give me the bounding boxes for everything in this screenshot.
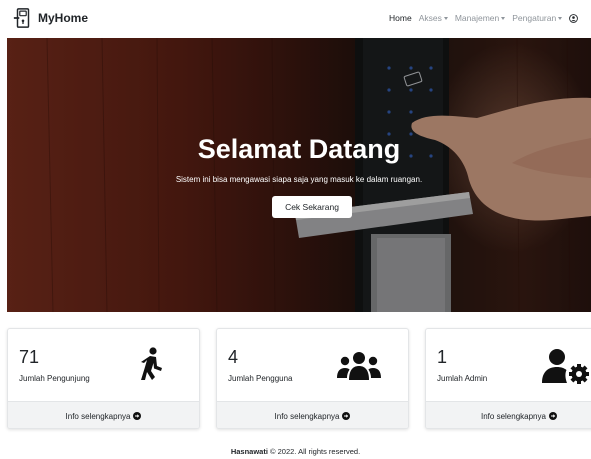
info-link-label: Info selengkapnya <box>65 411 131 421</box>
brand-name: MyHome <box>38 11 89 25</box>
caret-down-icon <box>501 16 506 20</box>
nav-item-label: Home <box>389 13 412 23</box>
card-body: 4 Jumlah Pengguna <box>217 329 408 401</box>
hero-banner: Selamat Datang Sistem ini bisa mengawasi… <box>7 38 591 312</box>
stat-card-pengunjung: 71 Jumlah Pengunjung Info selengkapnya <box>7 328 200 429</box>
nav-links: Home Akses Manajemen Pengaturan <box>389 0 579 36</box>
card-value: 71 <box>19 347 40 367</box>
arrow-circle-right-icon <box>342 412 351 420</box>
site-footer: Hasnawati © 2022. All rights reserved. <box>0 446 591 457</box>
stat-card-admin: 1 Jumlah Admin Info selengkapnya <box>425 328 591 429</box>
info-link[interactable]: Info selengkapnya <box>8 401 199 428</box>
card-body: 71 Jumlah Pengunjung <box>8 329 199 401</box>
nav-item-manajemen[interactable]: Manajemen <box>454 13 506 23</box>
walking-person-icon <box>141 347 162 380</box>
nav-item-label: Pengaturan <box>512 13 557 23</box>
navbar: MyHome Home Akses Manajemen Pengaturan <box>0 0 591 36</box>
info-link-label: Info selengkapnya <box>274 411 340 421</box>
card-value: 1 <box>437 347 448 367</box>
card-body: 1 Jumlah Admin <box>426 329 591 401</box>
arrow-circle-right-icon <box>548 412 557 420</box>
brand-link[interactable]: MyHome <box>12 7 88 29</box>
hero-title: Selamat Datang <box>197 134 401 164</box>
nav-item-label: Akses <box>418 13 442 23</box>
footer-owner: Hasnawati <box>230 447 268 456</box>
nav-item-pengaturan[interactable]: Pengaturan <box>512 13 563 23</box>
user-gear-icon <box>542 349 589 384</box>
caret-down-icon <box>558 16 563 20</box>
cek-sekarang-button[interactable]: Cek Sekarang <box>272 196 352 218</box>
hero-subtitle: Sistem ini bisa mengawasi siapa saja yan… <box>175 175 423 184</box>
card-label: Jumlah Pengguna <box>228 374 293 383</box>
nav-item-akses[interactable]: Akses <box>419 13 448 23</box>
info-link[interactable]: Info selengkapnya <box>426 401 591 428</box>
caret-down-icon <box>443 16 448 20</box>
nav-item-home[interactable]: Home <box>389 13 412 23</box>
card-value: 4 <box>228 347 239 367</box>
users-group-icon <box>337 352 381 380</box>
footer-text: © 2022. All rights reserved. <box>270 447 361 456</box>
card-label: Jumlah Admin <box>437 374 488 383</box>
door-lock-icon <box>13 8 30 28</box>
info-link[interactable]: Info selengkapnya <box>217 401 408 428</box>
nav-item-label: Manajemen <box>454 13 500 23</box>
card-label: Jumlah Pengunjung <box>19 374 90 383</box>
info-link-label: Info selengkapnya <box>481 411 546 421</box>
stat-card-pengguna: 4 Jumlah Pengguna Info selengkapnya <box>216 328 409 429</box>
arrow-circle-right-icon <box>133 412 142 420</box>
user-circle-icon[interactable] <box>569 13 579 23</box>
